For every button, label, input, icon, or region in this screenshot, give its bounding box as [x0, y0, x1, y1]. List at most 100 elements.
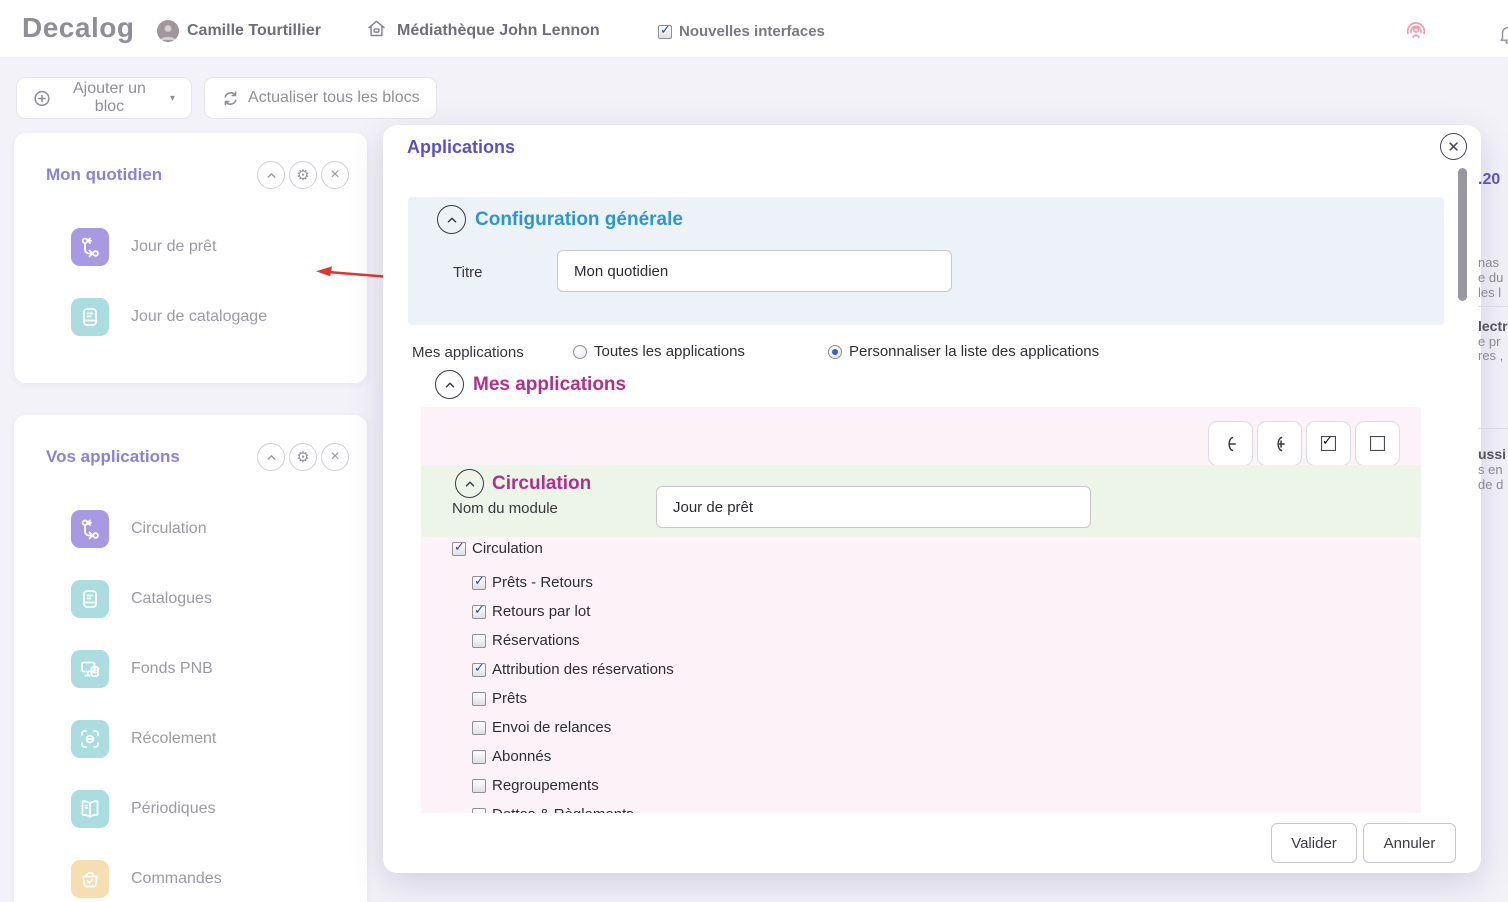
close-icon: ✕: [1447, 138, 1460, 156]
collapse-block-button[interactable]: [257, 161, 285, 189]
close-icon: ×: [330, 167, 339, 183]
gear-icon: ⚙: [296, 168, 309, 183]
app-shortcut[interactable]: Catalogues: [71, 580, 367, 618]
modal-scrollbar-thumb[interactable]: [1458, 168, 1467, 301]
app-label: Périodiques: [131, 800, 216, 818]
checkbox[interactable]: [472, 663, 486, 677]
collapse-module-button[interactable]: [455, 469, 484, 498]
add-block-button[interactable]: Ajouter un bloc ▾: [16, 77, 192, 119]
feature-checkbox-row[interactable]: Prêts: [472, 684, 1421, 713]
module-feature-list: Prêts - Retours Retours par lot Réservat…: [472, 568, 1421, 813]
refresh-blocks-button[interactable]: Actualiser tous les blocs: [204, 77, 437, 119]
app-icon: [71, 228, 109, 266]
collapse-section-button[interactable]: [437, 205, 466, 234]
feature-checkbox-row[interactable]: Regroupements: [472, 771, 1421, 800]
assistance-icon[interactable]: [1402, 17, 1430, 45]
collapse-block-button[interactable]: [257, 443, 285, 471]
section-title: Configuration générale: [475, 209, 683, 231]
bell-icon[interactable]: [1497, 21, 1508, 45]
checkbox[interactable]: [472, 605, 486, 619]
checkbox[interactable]: [452, 542, 466, 556]
checkbox-label: Retours par lot: [492, 603, 590, 620]
close-block-button[interactable]: ×: [321, 443, 349, 471]
uncheck-all-button[interactable]: [1355, 421, 1400, 466]
app-icon: [71, 510, 109, 548]
settings-block-button[interactable]: ⚙: [289, 161, 317, 189]
app-shortcut[interactable]: Fonds PNB: [71, 650, 367, 688]
checkbox-label: Dettes & Règlements: [492, 806, 634, 813]
check-all-button[interactable]: [1306, 421, 1351, 466]
background-text-fragment: .20: [1478, 171, 1500, 189]
radio-all-applications[interactable]: Toutes les applications: [573, 343, 745, 360]
app-label: Commandes: [131, 870, 222, 888]
titre-input[interactable]: [557, 250, 952, 292]
checked-box-icon: [1321, 436, 1336, 451]
checkbox-label: Circulation: [472, 540, 543, 557]
app-icon: [71, 860, 109, 898]
feature-checkbox-row[interactable]: Attribution des réservations: [472, 655, 1421, 684]
checkbox[interactable]: [472, 634, 486, 648]
app-shortcut[interactable]: Jour de prêt: [71, 228, 367, 266]
top-bar: Decalog Camille Tourtillier Médiathèque …: [0, 0, 1508, 58]
user-name[interactable]: Camille Tourtillier: [187, 22, 321, 40]
library-name[interactable]: Médiathèque John Lennon: [397, 22, 600, 40]
background-text-fragment: de d: [1478, 477, 1503, 492]
checkbox-label: Attribution des réservations: [492, 661, 674, 678]
user-avatar[interactable]: [157, 20, 179, 42]
app-shortcut[interactable]: Jour de catalogage: [71, 298, 367, 336]
radio-customize-applications[interactable]: Personnaliser la liste des applications: [828, 343, 1099, 360]
app-shortcut[interactable]: Récolement: [71, 720, 367, 758]
avatar-icon: [157, 20, 179, 42]
app-label: Circulation: [131, 520, 207, 538]
module-name-input[interactable]: [656, 486, 1091, 528]
background-text-fragment: e du: [1478, 270, 1503, 285]
radio-icon[interactable]: [828, 345, 842, 359]
feature-checkbox-row[interactable]: Prêts - Retours: [472, 568, 1421, 597]
checkbox-label: Envoi de relances: [492, 719, 611, 736]
app-label: Récolement: [131, 730, 216, 748]
close-block-button[interactable]: ×: [321, 161, 349, 189]
close-icon: ×: [330, 449, 339, 465]
expand-all-button[interactable]: [1257, 421, 1302, 466]
checkbox[interactable]: [472, 576, 486, 590]
checkbox-label: Prêts - Retours: [492, 574, 593, 591]
background-text-fragment: ussi: [1478, 446, 1506, 462]
cancel-button[interactable]: Annuler: [1363, 823, 1456, 863]
feature-checkbox-row[interactable]: Envoi de relances: [472, 713, 1421, 742]
background-text-fragment: res ,: [1478, 348, 1503, 363]
app-shortcut[interactable]: Circulation: [71, 510, 367, 548]
modal-title: Applications: [407, 137, 515, 158]
background-divider: [1478, 428, 1508, 429]
feature-checkbox-row[interactable]: Dettes & Règlements: [472, 800, 1421, 813]
radio-icon[interactable]: [573, 345, 587, 359]
module-parent-checkbox-row[interactable]: Circulation: [452, 540, 543, 557]
new-interfaces-toggle[interactable]: Nouvelles interfaces: [658, 23, 825, 40]
block-title: Mon quotidien: [46, 165, 162, 185]
feature-checkbox-row[interactable]: Retours par lot: [472, 597, 1421, 626]
new-interfaces-checkbox[interactable]: [658, 25, 672, 39]
collapse-all-button[interactable]: [1208, 421, 1253, 466]
collapse-section-button[interactable]: [435, 370, 464, 399]
checkbox-label: Regroupements: [492, 777, 599, 794]
app-label: Jour de catalogage: [131, 308, 267, 326]
plus-circle-icon: [33, 89, 51, 108]
modal-close-button[interactable]: ✕: [1440, 133, 1467, 160]
gear-icon: ⚙: [296, 450, 309, 465]
settings-block-button[interactable]: ⚙: [289, 443, 317, 471]
checkbox[interactable]: [472, 779, 486, 793]
app-shortcut[interactable]: Commandes: [71, 860, 367, 898]
background-text-fragment: lectr: [1478, 318, 1508, 334]
app-icon: [71, 580, 109, 618]
app-label: Fonds PNB: [131, 660, 213, 678]
background-divider: [1478, 306, 1508, 307]
unchecked-box-icon: [1370, 436, 1385, 451]
feature-checkbox-row[interactable]: Abonnés: [472, 742, 1421, 771]
checkbox[interactable]: [472, 750, 486, 764]
feature-checkbox-row[interactable]: Réservations: [472, 626, 1421, 655]
app-shortcut[interactable]: Périodiques: [71, 790, 367, 828]
checkbox[interactable]: [472, 721, 486, 735]
checkbox[interactable]: [472, 692, 486, 706]
titre-label: Titre: [453, 264, 482, 281]
validate-button[interactable]: Valider: [1271, 823, 1357, 863]
checkbox[interactable]: [472, 808, 486, 814]
